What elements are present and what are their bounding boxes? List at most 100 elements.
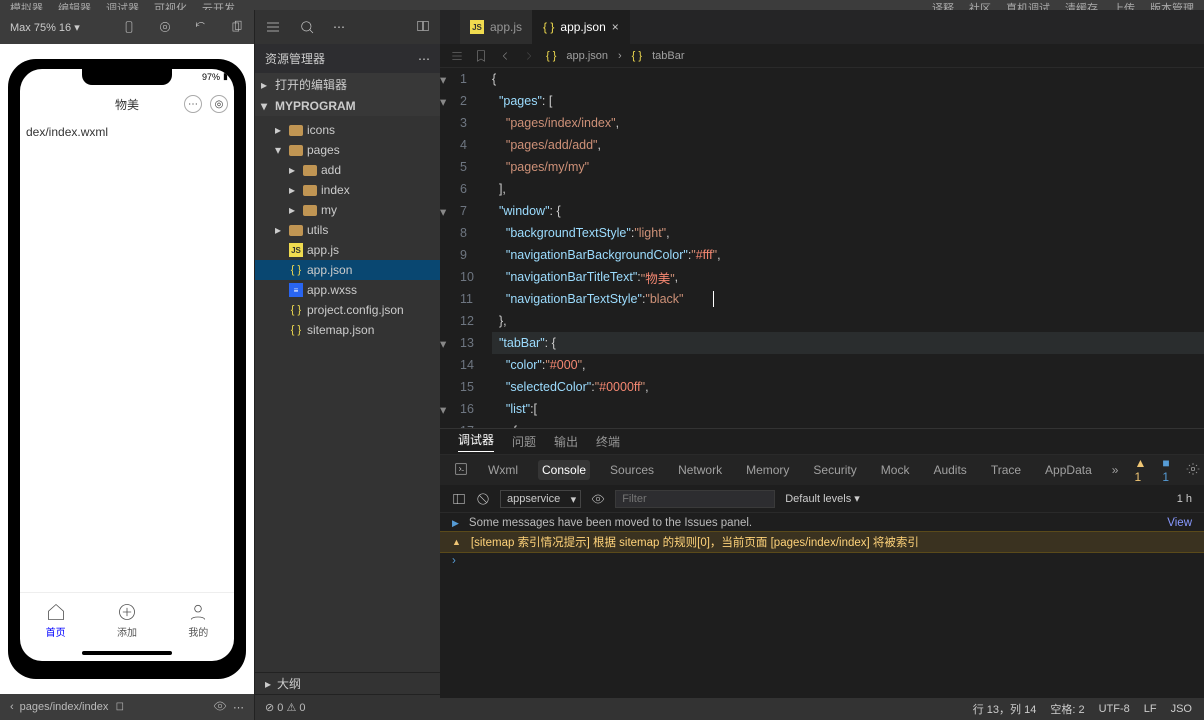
simulator-toolbar: Max 75% 16 ▾ (0, 10, 254, 44)
panel-tab[interactable]: 问题 (512, 433, 536, 450)
phone-frame: 97%▮ 物美 ⋯ ◎ dex/index.wxml (8, 59, 246, 679)
panel-tab[interactable]: 调试器 (458, 431, 494, 452)
split-icon[interactable] (416, 19, 430, 33)
user-icon (188, 602, 208, 622)
tree-item[interactable]: ▾pages (255, 140, 440, 160)
breadcrumb: { } app.json › { } tabBar (440, 44, 1204, 68)
close-tab-icon[interactable]: × (612, 20, 619, 34)
crumb-key[interactable]: tabBar (652, 50, 684, 62)
open-editors-header[interactable]: ▸打开的编辑器 (255, 73, 440, 96)
devtools-tab[interactable]: Sources (606, 460, 658, 480)
tab-my[interactable]: 我的 (163, 593, 234, 647)
menu-item[interactable]: 真机调试 (1006, 0, 1050, 10)
lang-status[interactable]: JSO (1171, 703, 1192, 715)
menu-item[interactable]: 可视化 (154, 0, 187, 10)
devtools-tab[interactable]: Audits (929, 460, 970, 480)
project-header[interactable]: ▾MYPROGRAM (255, 96, 440, 116)
info-badge[interactable]: ■ 1 (1162, 456, 1169, 484)
devtools-tab[interactable]: Mock (877, 460, 914, 480)
home-icon (46, 602, 66, 622)
explorer-pane: ⋯ 资源管理器 ⋯ ▸打开的编辑器 ▾MYPROGRAM ▸icons▾page… (255, 10, 440, 720)
devtools-tab[interactable]: Network (674, 460, 726, 480)
menu-item[interactable]: 译释 (932, 0, 954, 10)
indent-status[interactable]: 空格: 2 (1050, 701, 1084, 717)
refresh-icon[interactable] (194, 20, 208, 34)
devtools-tab[interactable]: AppData (1041, 460, 1096, 480)
editor-tab[interactable]: JSapp.js (460, 10, 533, 44)
console-prompt[interactable]: › (440, 553, 1204, 569)
warn-badge[interactable]: ▲ 1 (1134, 456, 1146, 484)
context-select[interactable]: appservice▾ (500, 490, 581, 508)
capsule-more-icon[interactable]: ⋯ (184, 95, 202, 113)
cursor-pos[interactable]: 行 13，列 14 (973, 701, 1037, 717)
search-icon[interactable] (299, 19, 315, 35)
eye-icon[interactable] (591, 492, 605, 506)
devtools-tabs: Wxml Console Sources Network Memory Security M… (440, 455, 1204, 485)
panel-tab[interactable]: 终端 (596, 433, 620, 450)
top-menubar: 模拟器 编辑器 调试器 可视化 云开发 译释 社区 真机调试 清缓存 上传 版本管理 (0, 0, 1204, 10)
devtools-tab[interactable]: Trace (987, 460, 1025, 480)
tree-item[interactable]: ▸index (255, 180, 440, 200)
tree-item[interactable]: ▸my (255, 200, 440, 220)
file-tree: ▸icons▾pages▸add▸index▸my▸utilsJSapp.js{… (255, 116, 440, 672)
devtools-tab[interactable]: Console (538, 460, 590, 480)
editor-tab[interactable]: { }app.json× (533, 10, 630, 44)
tab-add[interactable]: 添加 (91, 593, 162, 647)
tree-item[interactable]: ▸add (255, 160, 440, 180)
tree-item[interactable]: ▸utils (255, 220, 440, 240)
capsule-close-icon[interactable]: ◎ (210, 95, 228, 113)
devtools-tab[interactable]: Security (809, 460, 860, 480)
crumb-file[interactable]: app.json (566, 50, 608, 62)
more-icon[interactable]: ⋯ (233, 701, 244, 714)
panel-tabs: 调试器 问题 输出 终端 (440, 429, 1204, 455)
levels-select[interactable]: Default levels ▾ (785, 492, 860, 505)
view-link[interactable]: View (1167, 517, 1192, 529)
sidebar-toggle-icon[interactable] (452, 492, 466, 506)
explorer-status: ⊘ 0 ⚠ 0 (255, 694, 440, 720)
more-icon[interactable]: ⋯ (418, 52, 430, 66)
app-nav-bar: 物美 ⋯ ◎ (20, 89, 234, 119)
copy-path-icon[interactable] (114, 700, 128, 714)
tree-item[interactable]: ▸icons (255, 120, 440, 140)
console-output[interactable]: Some messages have been moved to the Iss… (440, 513, 1204, 698)
tree-item[interactable]: { }app.json (255, 260, 440, 280)
menu-item[interactable]: 云开发 (202, 0, 235, 10)
eye-icon[interactable] (213, 699, 227, 713)
gear-icon[interactable] (1186, 462, 1200, 479)
menu-item[interactable]: 编辑器 (58, 0, 91, 10)
tree-item[interactable]: { }project.config.json (255, 300, 440, 320)
menu-item[interactable]: 清缓存 (1065, 0, 1098, 10)
tree-item[interactable]: JSapp.js (255, 240, 440, 260)
devtools-tab[interactable]: Wxml (484, 460, 522, 480)
menu-item[interactable]: 上传 (1113, 0, 1135, 10)
filter-input[interactable] (615, 490, 775, 508)
zoom-label[interactable]: Max 75% 16 ▾ (10, 21, 80, 34)
tab-home[interactable]: 首页 (20, 593, 91, 647)
forward-icon[interactable] (522, 49, 536, 63)
outline-header[interactable]: ▸大纲 (255, 672, 440, 694)
nav-title: 物美 (115, 96, 139, 113)
back-icon[interactable] (498, 49, 512, 63)
menu-icon[interactable] (265, 19, 281, 35)
clear-icon[interactable] (476, 492, 490, 506)
more-tabs-icon[interactable]: » (1112, 463, 1119, 477)
panel-tab[interactable]: 输出 (554, 433, 578, 450)
record-icon[interactable] (158, 20, 172, 34)
tree-item[interactable]: { }sitemap.json (255, 320, 440, 340)
code-editor[interactable]: ▾▾▾▾▾▾1234567891011121314151617{ "pages"… (440, 68, 1204, 428)
menu-item[interactable]: 社区 (969, 0, 991, 10)
menu-item[interactable]: 版本管理 (1150, 0, 1194, 10)
more-icon[interactable]: ⋯ (333, 20, 345, 34)
tree-item[interactable]: ≡app.wxss (255, 280, 440, 300)
bookmark-icon[interactable] (474, 49, 488, 63)
device-icon[interactable] (122, 20, 136, 34)
devtools-tab[interactable]: Memory (742, 460, 793, 480)
list-icon[interactable] (450, 49, 464, 63)
menu-item[interactable]: 模拟器 (10, 0, 43, 10)
menu-item[interactable]: 调试器 (106, 0, 139, 10)
page-content[interactable]: dex/index.wxml (20, 119, 234, 592)
eol-status[interactable]: LF (1144, 703, 1157, 715)
encoding-status[interactable]: UTF-8 (1099, 703, 1130, 715)
copy-icon[interactable] (230, 20, 244, 34)
inspect-icon[interactable] (454, 462, 468, 479)
